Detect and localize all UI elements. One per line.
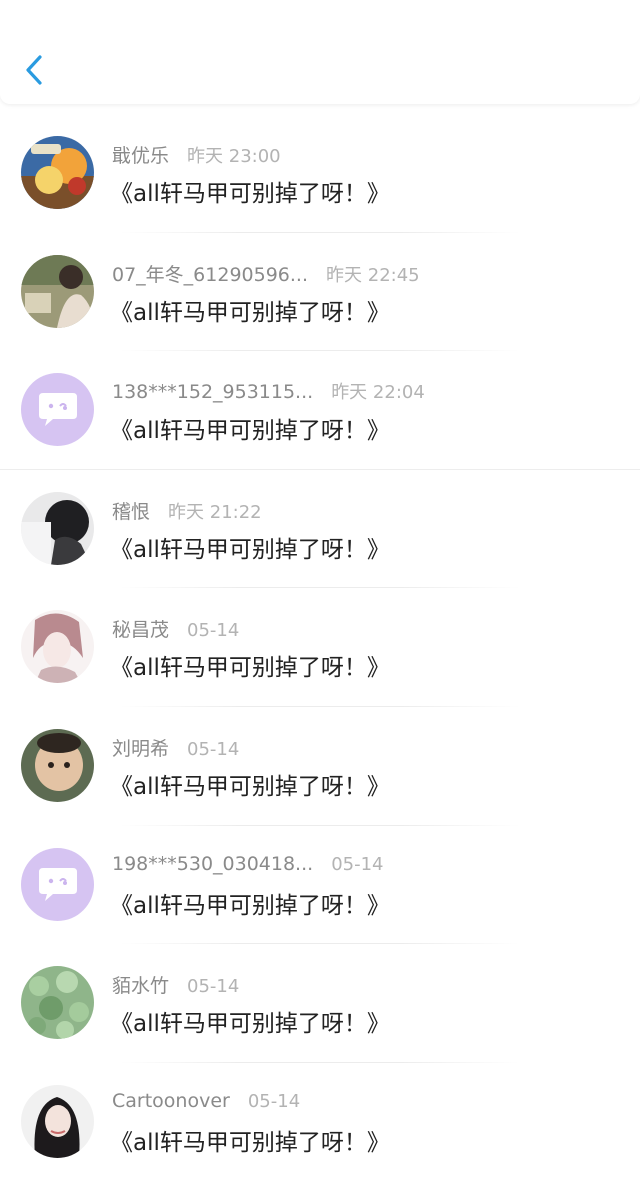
message-text: 《all轩马甲可别掉了呀！》: [110, 1129, 390, 1156]
sender-name[interactable]: 稽恨: [112, 497, 150, 524]
clover-avatar-image: [21, 966, 94, 1040]
list-item[interactable]: 秘昌茂 05-14 《all轩马甲可别掉了呀！》: [0, 588, 640, 707]
sender-name[interactable]: 198***530_030418...: [112, 853, 313, 875]
message-text: 《all轩马甲可别掉了呀！》: [110, 418, 390, 445]
avatar[interactable]: [21, 136, 94, 209]
avatar[interactable]: [21, 610, 94, 684]
list-item[interactable]: 07_年冬_61290596... 昨天 22:45 《all轩马甲可别掉了呀！…: [0, 233, 640, 352]
message-time: 昨天 21:22: [168, 501, 262, 523]
list-item[interactable]: 198***530_030418... 05-14 《all轩马甲可别掉了呀！》: [0, 826, 640, 945]
photo-avatar-image: [21, 491, 94, 565]
message-text: 《all轩马甲可别掉了呀！》: [110, 773, 390, 800]
sender-name[interactable]: 刘明希: [112, 734, 169, 761]
avatar[interactable]: [21, 373, 94, 447]
cartoon-avatar-image: [21, 136, 94, 209]
default-chat-avatar-icon: [21, 373, 94, 447]
message-time: 昨天 22:04: [331, 382, 425, 404]
message-list: 戢优乐 昨天 23:00 《all轩马甲可别掉了呀！》 07_年冬_612905…: [0, 114, 640, 1181]
photo-avatar-image: [21, 254, 94, 328]
message-time: 昨天 22:45: [326, 264, 420, 286]
message-time: 05-14: [187, 738, 240, 760]
list-item[interactable]: Cartoonover 05-14 《all轩马甲可别掉了呀！》: [0, 1063, 640, 1181]
message-time: 昨天 23:00: [187, 146, 281, 167]
list-item[interactable]: 戢优乐 昨天 23:00 《all轩马甲可别掉了呀！》: [0, 114, 640, 233]
message-text: 《all轩马甲可别掉了呀！》: [110, 181, 390, 207]
avatar[interactable]: [21, 254, 94, 328]
sender-name[interactable]: 秘昌茂: [112, 615, 169, 642]
avatar[interactable]: [21, 1084, 94, 1158]
message-text: 《all轩马甲可别掉了呀！》: [110, 892, 390, 919]
chevron-left-icon: [26, 55, 42, 85]
avatar[interactable]: [21, 728, 94, 802]
default-chat-avatar-icon: [21, 847, 94, 921]
message-text: 《all轩马甲可别掉了呀！》: [110, 536, 390, 563]
list-item[interactable]: 稽恨 昨天 21:22 《all轩马甲可别掉了呀！》: [0, 470, 640, 589]
message-time: 05-14: [187, 620, 240, 642]
message-text: 《all轩马甲可别掉了呀！》: [110, 299, 390, 326]
portrait-avatar-image: [21, 1084, 94, 1158]
list-item[interactable]: 刘明希 05-14 《all轩马甲可别掉了呀！》: [0, 707, 640, 826]
avatar[interactable]: [21, 966, 94, 1040]
sender-name[interactable]: 貊水竹: [112, 971, 169, 998]
list-item[interactable]: 貊水竹 05-14 《all轩马甲可别掉了呀！》: [0, 944, 640, 1063]
avatar[interactable]: [21, 847, 94, 921]
sender-name[interactable]: 07_年冬_61290596...: [112, 260, 308, 287]
baby-photo-avatar-image: [21, 728, 94, 802]
top-bar: [0, 0, 640, 104]
message-text: 《all轩马甲可别掉了呀！》: [110, 655, 390, 682]
message-time: 05-14: [331, 853, 384, 875]
sender-name[interactable]: Cartoonover: [112, 1090, 230, 1112]
anime-avatar-image: [21, 610, 94, 684]
message-text: 《all轩马甲可别掉了呀！》: [110, 1011, 390, 1038]
message-time: 05-14: [187, 976, 240, 998]
back-button[interactable]: [14, 48, 54, 92]
sender-name[interactable]: 戢优乐: [112, 141, 169, 168]
avatar[interactable]: [21, 491, 94, 565]
message-time: 05-14: [247, 1090, 301, 1112]
list-item[interactable]: 138***152_953115... 昨天 22:04 《all轩马甲可别掉了…: [0, 351, 640, 470]
sender-name[interactable]: 138***152_953115...: [112, 381, 313, 403]
